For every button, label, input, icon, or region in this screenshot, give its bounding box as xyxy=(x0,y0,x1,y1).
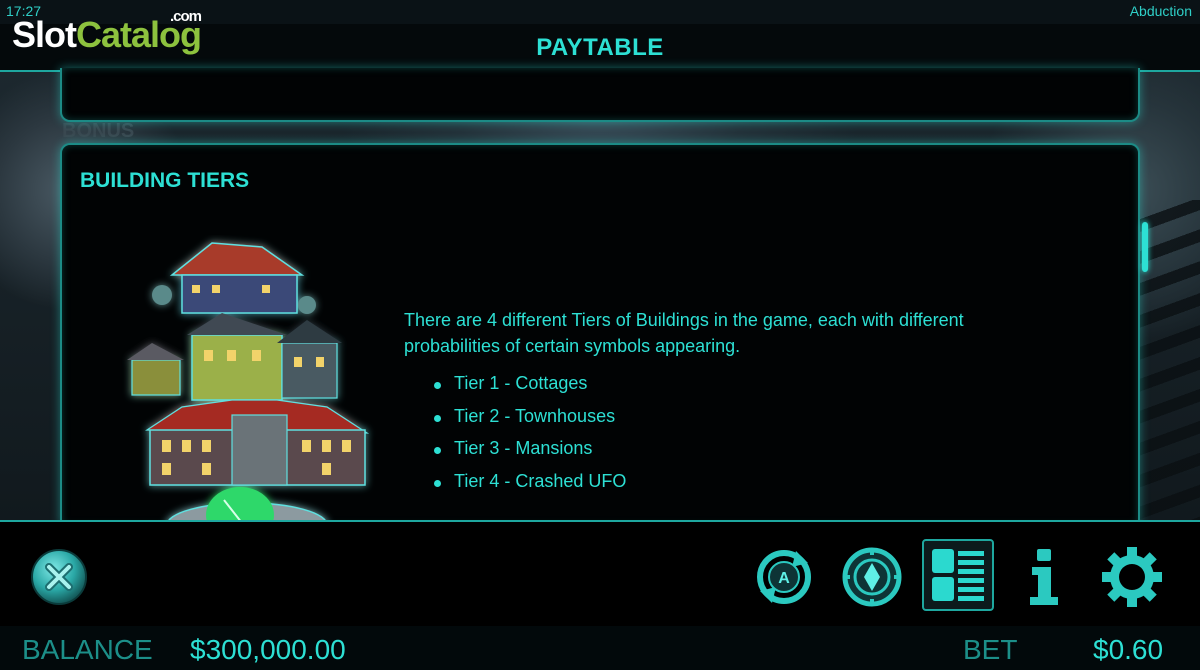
bet-button[interactable] xyxy=(840,545,904,609)
autoplay-button[interactable]: A xyxy=(752,545,816,609)
logo-com: .com xyxy=(170,8,202,25)
bet-value: $0.60 xyxy=(1093,634,1164,665)
tree-silhouette xyxy=(1140,200,1200,520)
balance-value: $300,000.00 xyxy=(190,634,346,665)
balance-label: BALANCE xyxy=(22,634,153,665)
bottom-toolbar: A xyxy=(0,520,1200,628)
list-item: Tier 2 - Townhouses xyxy=(432,406,626,439)
settings-button[interactable] xyxy=(1100,545,1164,609)
section-title: BUILDING TIERS xyxy=(80,169,250,192)
building-tiers-panel: BUILDING TIERS There are 4 different Tie… xyxy=(60,143,1140,535)
buildings-illustration xyxy=(127,242,370,535)
watermark-logo: SlotCatalog .com xyxy=(12,8,202,56)
list-item: Tier 1 - Cottages xyxy=(432,373,626,406)
mansion-building xyxy=(145,399,370,486)
bonus-ghost-text: BONUS xyxy=(62,120,135,142)
info-button[interactable] xyxy=(1020,545,1068,609)
paytable-icon xyxy=(932,549,984,601)
bet-label: BET xyxy=(963,634,1018,665)
list-item: Tier 3 - Mansions xyxy=(432,438,626,471)
svg-text:A: A xyxy=(778,570,790,587)
bet-icon xyxy=(842,547,902,607)
close-icon xyxy=(31,549,87,605)
autoplay-icon: A xyxy=(757,550,811,604)
footer-bar: BALANCE $300,000.00 BET $0.60 xyxy=(0,626,1200,670)
scrollbar-thumb[interactable] xyxy=(1142,222,1148,272)
gear-icon xyxy=(1102,547,1162,607)
previous-section-panel xyxy=(60,68,1140,122)
section-description: There are 4 different Tiers of Buildings… xyxy=(404,310,964,356)
game-name: Abduction xyxy=(1129,3,1192,19)
close-button[interactable] xyxy=(30,548,88,606)
townhouse-building xyxy=(127,313,342,401)
paytable-button[interactable] xyxy=(922,539,994,611)
logo-slot: Slot xyxy=(12,14,77,55)
list-item: Tier 4 - Crashed UFO xyxy=(432,471,626,504)
tier-list: Tier 1 - Cottages Tier 2 - Townhouses Ti… xyxy=(432,373,626,503)
info-icon xyxy=(1030,549,1058,605)
cottage-building xyxy=(152,242,316,314)
